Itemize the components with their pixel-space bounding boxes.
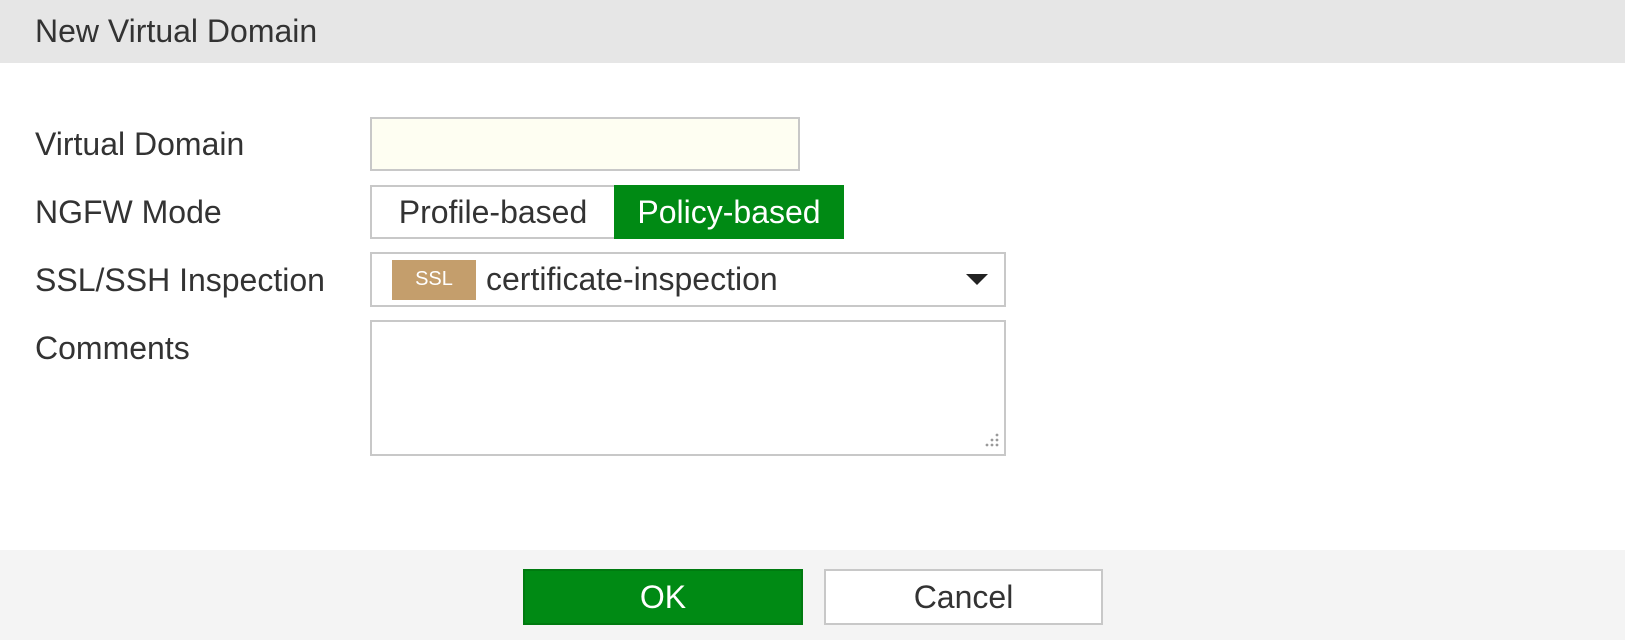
- ngfw-mode-toggle: Profile-based Policy-based: [370, 185, 844, 239]
- cancel-button[interactable]: Cancel: [824, 569, 1103, 625]
- ngfw-mode-profile-based-option[interactable]: Profile-based: [370, 185, 614, 239]
- chevron-down-icon[interactable]: [966, 274, 988, 285]
- ngfw-mode-policy-based-option[interactable]: Policy-based: [614, 185, 844, 239]
- ok-button[interactable]: OK: [523, 569, 803, 625]
- ngfw-mode-label: NGFW Mode: [35, 194, 222, 230]
- comments-label: Comments: [35, 330, 190, 366]
- ssl-badge: SSL: [392, 259, 476, 300]
- virtual-domain-input[interactable]: [370, 117, 800, 171]
- ssl-ssh-inspection-label: SSL/SSH Inspection: [35, 262, 325, 298]
- dialog-titlebar: New Virtual Domain: [0, 0, 1625, 63]
- virtual-domain-label: Virtual Domain: [35, 126, 245, 162]
- ssl-ssh-inspection-value: certificate-inspection: [486, 261, 778, 297]
- ssl-ssh-inspection-select[interactable]: SSL certificate-inspection: [370, 252, 1006, 307]
- dialog-title: New Virtual Domain: [35, 13, 318, 49]
- new-virtual-domain-dialog: New Virtual Domain Virtual Domain NGFW M…: [0, 0, 1625, 640]
- dialog-footer: [0, 550, 1625, 640]
- comments-textarea[interactable]: [370, 320, 1006, 456]
- resize-grip-icon[interactable]: [980, 430, 1000, 450]
